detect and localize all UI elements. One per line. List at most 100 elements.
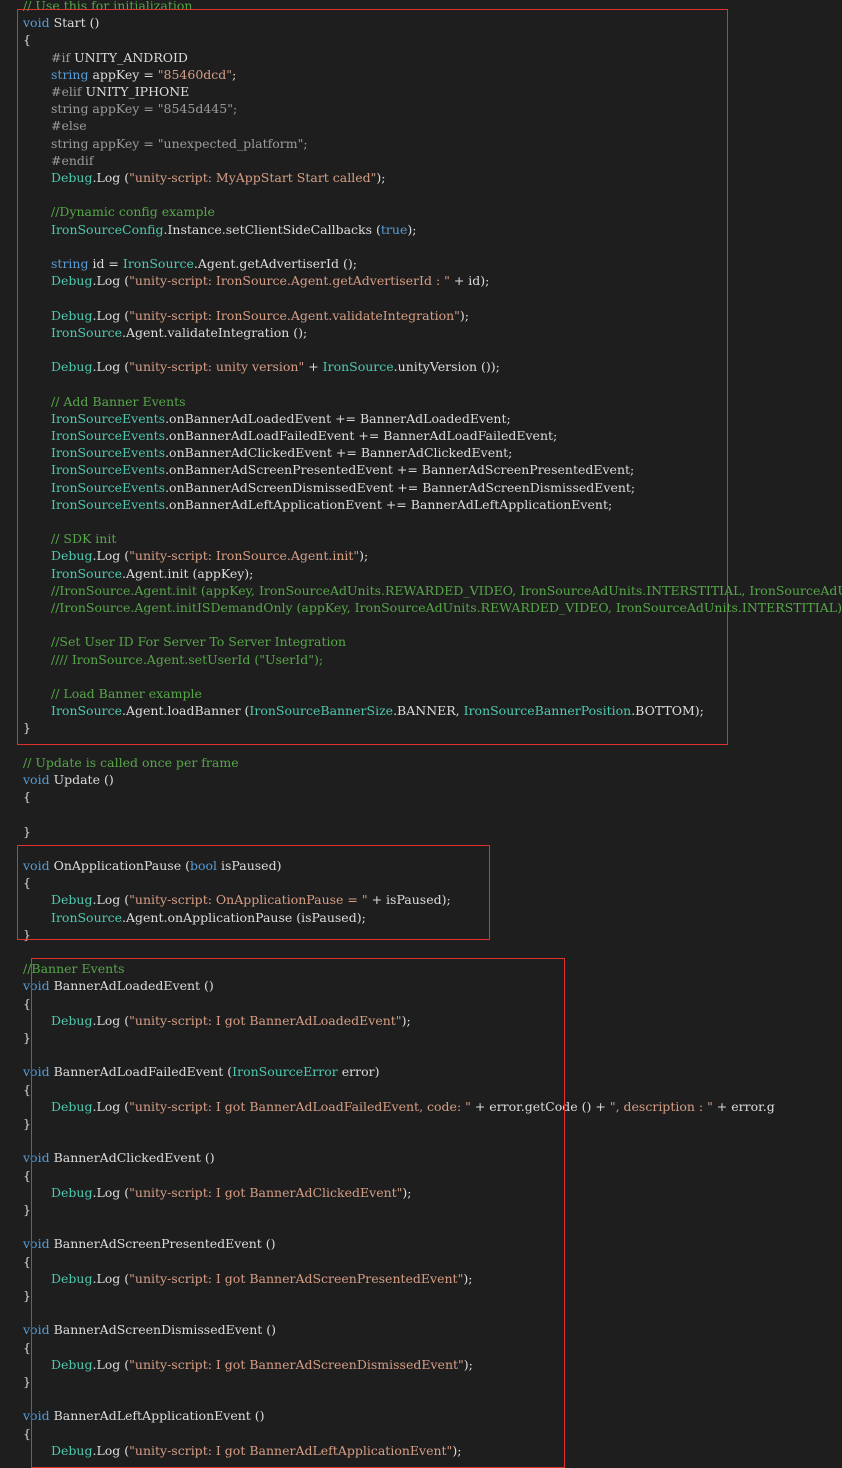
code-token: "unity-script: I got BannerAdClickedEven… bbox=[129, 1184, 403, 1200]
code-token: .onBannerAdScreenPresentedEvent += Banne… bbox=[165, 462, 635, 478]
code-token: ); bbox=[463, 1270, 473, 1286]
code-token: isPaused) bbox=[217, 858, 282, 873]
code-token: //Banner Events bbox=[23, 961, 125, 977]
code-token: "unity-script: I got BannerAdScreenDismi… bbox=[129, 1356, 464, 1372]
code-token: { bbox=[23, 1167, 31, 1183]
code-token: void bbox=[23, 1064, 50, 1080]
code-token: // Add Banner Events bbox=[51, 393, 186, 409]
code-token: .onBannerAdClickedEvent += BannerAdClick… bbox=[165, 445, 513, 461]
code-line: Debug.Log ("unity-script: I got BannerAd… bbox=[0, 1184, 842, 1201]
code-line: { bbox=[0, 1081, 842, 1098]
code-token: .onBannerAdLoadedEvent += BannerAdLoaded… bbox=[165, 410, 511, 426]
code-token: UNITY_ANDROID bbox=[70, 49, 188, 65]
code-token: .Log ( bbox=[92, 1012, 130, 1028]
code-line: string appKey = "unexpected_platform"; bbox=[0, 135, 842, 152]
code-line: string appKey = "8545d445"; bbox=[0, 100, 842, 117]
code-token: ); bbox=[401, 1012, 411, 1028]
code-line: { bbox=[0, 1425, 842, 1442]
code-token: .onBannerAdLeftApplicationEvent += Banne… bbox=[165, 496, 613, 512]
code-line: //// IronSource.Agent.setUserId ("UserId… bbox=[0, 651, 842, 668]
code-token: IronSourceEvents bbox=[51, 410, 166, 426]
code-token: #endif bbox=[51, 152, 94, 168]
code-token: IronSourceError bbox=[232, 1064, 338, 1080]
code-token: { bbox=[23, 875, 31, 891]
code-line: Debug.Log ("unity-script: I got BannerAd… bbox=[0, 1270, 842, 1287]
code-token: "unity-script: IronSource.Agent.validate… bbox=[129, 307, 460, 323]
code-line: Debug.Log ("unity-script: MyAppStart Sta… bbox=[0, 169, 842, 186]
code-line: #elif UNITY_IPHONE bbox=[0, 83, 842, 100]
code-line: { bbox=[0, 874, 842, 891]
code-line: // Load Banner example bbox=[0, 685, 842, 702]
code-token: BannerAdScreenPresentedEvent () bbox=[49, 1236, 276, 1252]
code-token: string bbox=[51, 256, 89, 271]
code-line: //IronSource.Agent.initISDemandOnly (app… bbox=[0, 599, 842, 616]
code-line: #if UNITY_ANDROID bbox=[0, 49, 842, 66]
code-editor[interactable]: // Use this for initialization void Start… bbox=[0, 0, 842, 1458]
code-line: #endif bbox=[0, 152, 842, 169]
code-token: + isPaused); bbox=[367, 892, 451, 908]
code-token: "85460dcd" bbox=[157, 66, 233, 82]
code-line: void OnApplicationPause (bool isPaused) bbox=[0, 857, 842, 874]
code-token: "unity-script: I got BannerAdLoadedEvent… bbox=[129, 1012, 402, 1028]
code-line: #else bbox=[0, 117, 842, 134]
code-token: Debug bbox=[51, 1012, 93, 1028]
code-line: // Add Banner Events bbox=[0, 393, 842, 410]
code-token: //Dynamic config example bbox=[51, 204, 215, 220]
code-token: void bbox=[23, 1236, 50, 1252]
code-line: IronSourceEvents.onBannerAdScreenDismiss… bbox=[0, 479, 842, 496]
code-token: void bbox=[23, 15, 50, 31]
code-token: } bbox=[23, 823, 31, 839]
code-token: Start () bbox=[49, 15, 100, 31]
code-line: Debug.Log ("unity-script: I got BannerAd… bbox=[0, 1098, 842, 1115]
code-token: Debug bbox=[51, 1184, 93, 1200]
code-line: void BannerAdLoadFailedEvent (IronSource… bbox=[0, 1063, 842, 1080]
code-token: //IronSource.Agent.init (appKey, IronSou… bbox=[51, 582, 842, 598]
code-token: IronSource bbox=[51, 324, 123, 340]
code-line: void BannerAdLoadedEvent () bbox=[0, 977, 842, 994]
code-token: id = bbox=[88, 256, 123, 271]
code-token: ; bbox=[232, 66, 237, 82]
code-line: void BannerAdScreenPresentedEvent () bbox=[0, 1235, 842, 1252]
code-line: //Set User ID For Server To Server Integ… bbox=[0, 633, 842, 650]
code-line: Debug.Log ("unity-script: I got BannerAd… bbox=[0, 1356, 842, 1373]
code-token: "unity-script: IronSource.Agent.getAdver… bbox=[129, 273, 450, 289]
code-token: .Log ( bbox=[92, 273, 130, 289]
code-token: Debug bbox=[51, 548, 93, 564]
code-token: } bbox=[23, 926, 31, 942]
code-token: { bbox=[23, 32, 31, 48]
code-token: void bbox=[23, 1322, 50, 1338]
code-token: IronSource bbox=[51, 565, 123, 581]
code-token: } bbox=[23, 1030, 31, 1045]
code-token: .Log ( bbox=[92, 1098, 130, 1114]
code-token: //Set User ID For Server To Server Integ… bbox=[51, 634, 347, 650]
code-token: { bbox=[23, 789, 31, 805]
code-line: IronSource.Agent.loadBanner (IronSourceB… bbox=[0, 702, 842, 719]
code-line: IronSourceConfig.Instance.setClientSideC… bbox=[0, 221, 842, 238]
code-token: + error.getCode () + bbox=[470, 1098, 610, 1114]
code-token: BannerAdLeftApplicationEvent () bbox=[49, 1408, 265, 1424]
code-token: "unity-script: I got BannerAdLoadFailedE… bbox=[129, 1098, 471, 1114]
code-line: } bbox=[0, 1029, 842, 1046]
code-line: IronSourceEvents.onBannerAdClickedEvent … bbox=[0, 444, 842, 461]
code-line: //Dynamic config example bbox=[0, 203, 842, 220]
code-token: .Log ( bbox=[92, 307, 130, 323]
code-line: IronSourceEvents.onBannerAdLoadFailedEve… bbox=[0, 427, 842, 444]
code-token: IronSource bbox=[51, 909, 123, 925]
code-line: void BannerAdLeftApplicationEvent () bbox=[0, 1407, 842, 1424]
code-line: void Start () bbox=[0, 14, 842, 31]
code-token: .onBannerAdLoadFailedEvent += BannerAdLo… bbox=[165, 428, 558, 443]
code-token: .Agent.getAdvertiserId (); bbox=[193, 256, 357, 271]
code-token: //IronSource.Agent.initISDemandOnly (app… bbox=[51, 600, 842, 615]
code-token: string bbox=[51, 66, 89, 82]
code-token: IronSourceBannerPosition bbox=[463, 703, 632, 719]
code-line: Debug.Log ("unity-script: I got BannerAd… bbox=[0, 1012, 842, 1029]
code-token: + id); bbox=[449, 273, 490, 289]
code-token: .Agent.validateIntegration (); bbox=[122, 324, 308, 340]
